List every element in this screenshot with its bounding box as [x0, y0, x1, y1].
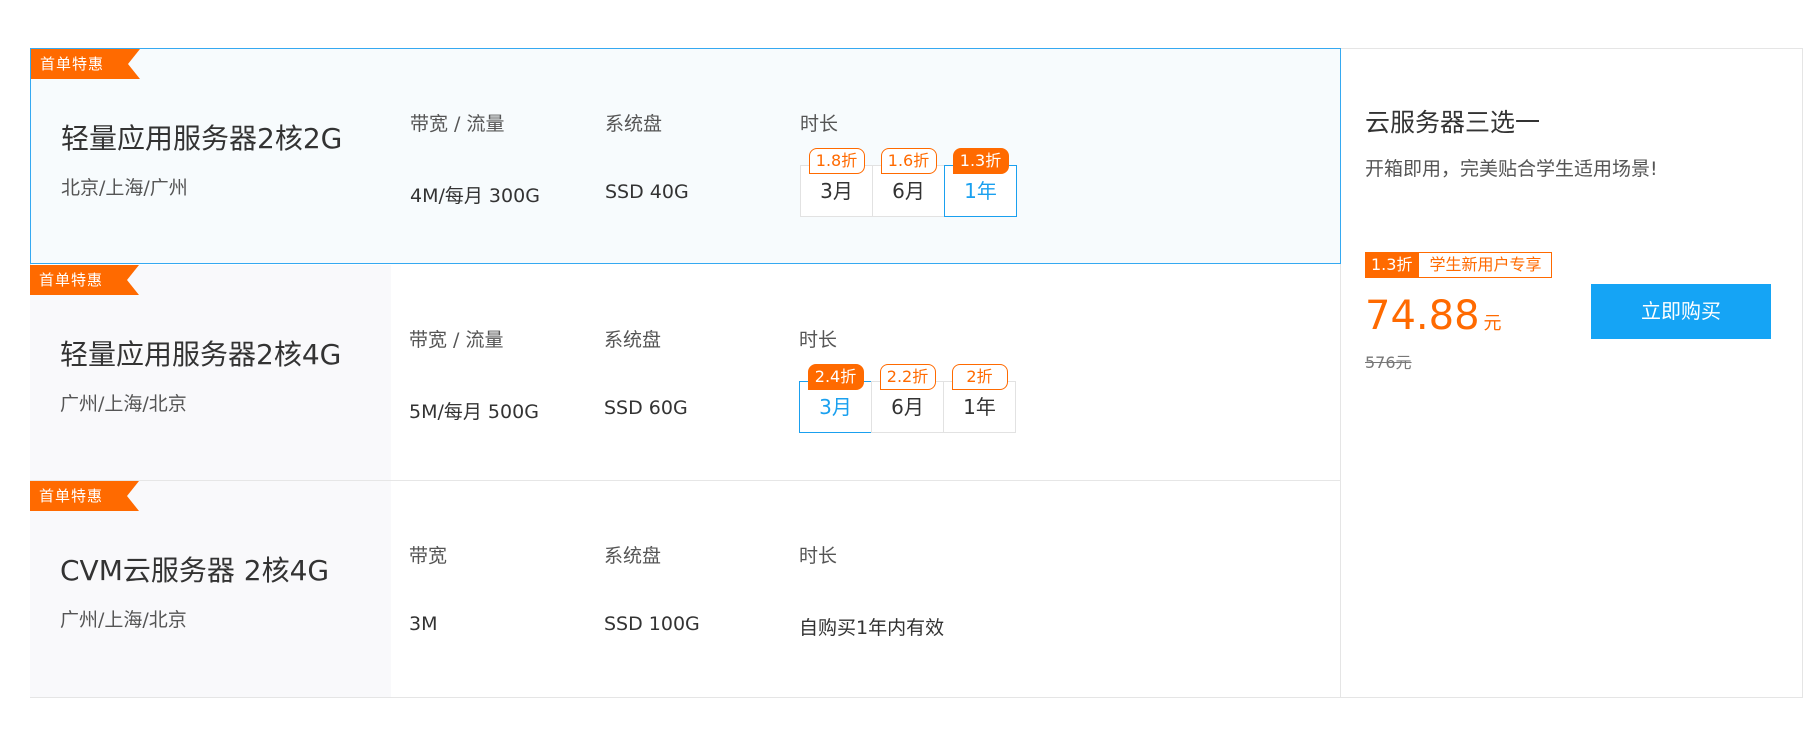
discount-value: 1.3折 — [1365, 252, 1419, 278]
discount-badge: 2.4折 — [807, 364, 864, 390]
duration-label: 6月 — [891, 395, 924, 419]
discount-badge: 1.6折 — [880, 148, 937, 174]
product-row-1[interactable]: 首单特惠 轻量应用服务器2核2G 北京/上海/广州 带宽 / 流量 系统盘 时长… — [30, 48, 1341, 264]
product-name: 轻量应用服务器2核4G — [60, 338, 342, 371]
promo-subtitle: 开箱即用，完美贴合学生适用场景! — [1365, 158, 1658, 180]
bandwidth-header: 带宽 / 流量 — [410, 113, 505, 135]
disk-header: 系统盘 — [604, 329, 662, 351]
discount-badge: 2折 — [951, 364, 1008, 390]
duration-option-3m[interactable]: 3月 2.4折 — [799, 364, 872, 433]
product-info — [30, 265, 391, 481]
product-regions: 广州/上海/北京 — [60, 609, 187, 631]
disk-value: SSD 100G — [604, 613, 700, 635]
original-price: 576元 — [1365, 353, 1412, 372]
first-order-tag: 首单特惠 — [30, 265, 139, 295]
discount-badge: 1.3折 — [952, 148, 1009, 174]
product-regions: 北京/上海/广州 — [61, 177, 188, 199]
disk-value: SSD 40G — [605, 181, 689, 203]
duration-header: 时长 — [800, 113, 839, 135]
discount-note: 学生新用户专享 — [1418, 252, 1553, 278]
disk-value: SSD 60G — [604, 397, 688, 419]
duration-option-1y[interactable]: 1年 2折 — [943, 364, 1016, 433]
promo-title: 云服务器三选一 — [1365, 108, 1541, 137]
disk-header: 系统盘 — [604, 545, 662, 567]
duration-header: 时长 — [799, 545, 838, 567]
disk-header: 系统盘 — [605, 113, 663, 135]
product-row-3[interactable]: 首单特惠 CVM云服务器 2核4G 广州/上海/北京 带宽 系统盘 时长 3M … — [30, 481, 1341, 697]
discount-tag: 1.3折 学生新用户专享 — [1365, 252, 1553, 278]
duration-label: 1年 — [964, 179, 997, 203]
duration-option-1y[interactable]: 1年 1.3折 — [944, 148, 1017, 217]
bandwidth-value: 3M — [409, 613, 438, 635]
product-name: CVM云服务器 2核4G — [60, 554, 330, 587]
duration-header: 时长 — [799, 329, 838, 351]
duration-label: 3月 — [819, 395, 852, 419]
product-name: 轻量应用服务器2核2G — [61, 122, 343, 155]
bandwidth-header: 带宽 / 流量 — [409, 329, 504, 351]
duration-value: 自购买1年内有效 — [799, 617, 945, 639]
duration-label: 1年 — [963, 395, 996, 419]
price-value: 74.88 — [1365, 293, 1480, 339]
product-info — [30, 481, 391, 697]
bandwidth-header: 带宽 — [409, 545, 448, 567]
product-regions: 广州/上海/北京 — [60, 393, 187, 415]
first-order-tag: 首单特惠 — [31, 49, 140, 79]
discount-badge: 2.2折 — [879, 364, 936, 390]
price-unit: 元 — [1483, 313, 1502, 334]
product-info — [31, 49, 392, 265]
duration-label: 3月 — [820, 179, 853, 203]
duration-option-3m[interactable]: 3月 1.8折 — [800, 148, 873, 217]
bandwidth-value: 4M/每月 300G — [410, 185, 540, 207]
price: 74.88 元 — [1365, 293, 1502, 339]
bandwidth-value: 5M/每月 500G — [409, 401, 539, 423]
first-order-tag: 首单特惠 — [30, 481, 139, 511]
buy-now-button[interactable]: 立即购买 — [1591, 284, 1771, 339]
product-row-2[interactable]: 首单特惠 轻量应用服务器2核4G 广州/上海/北京 带宽 / 流量 系统盘 时长… — [30, 265, 1341, 481]
duration-option-6m[interactable]: 6月 2.2折 — [871, 364, 944, 433]
duration-label: 6月 — [892, 179, 925, 203]
duration-option-6m[interactable]: 6月 1.6折 — [872, 148, 945, 217]
discount-badge: 1.8折 — [808, 148, 865, 174]
promo-panel: 云服务器三选一 开箱即用，完美贴合学生适用场景! 1.3折 学生新用户专享 74… — [1341, 48, 1803, 698]
